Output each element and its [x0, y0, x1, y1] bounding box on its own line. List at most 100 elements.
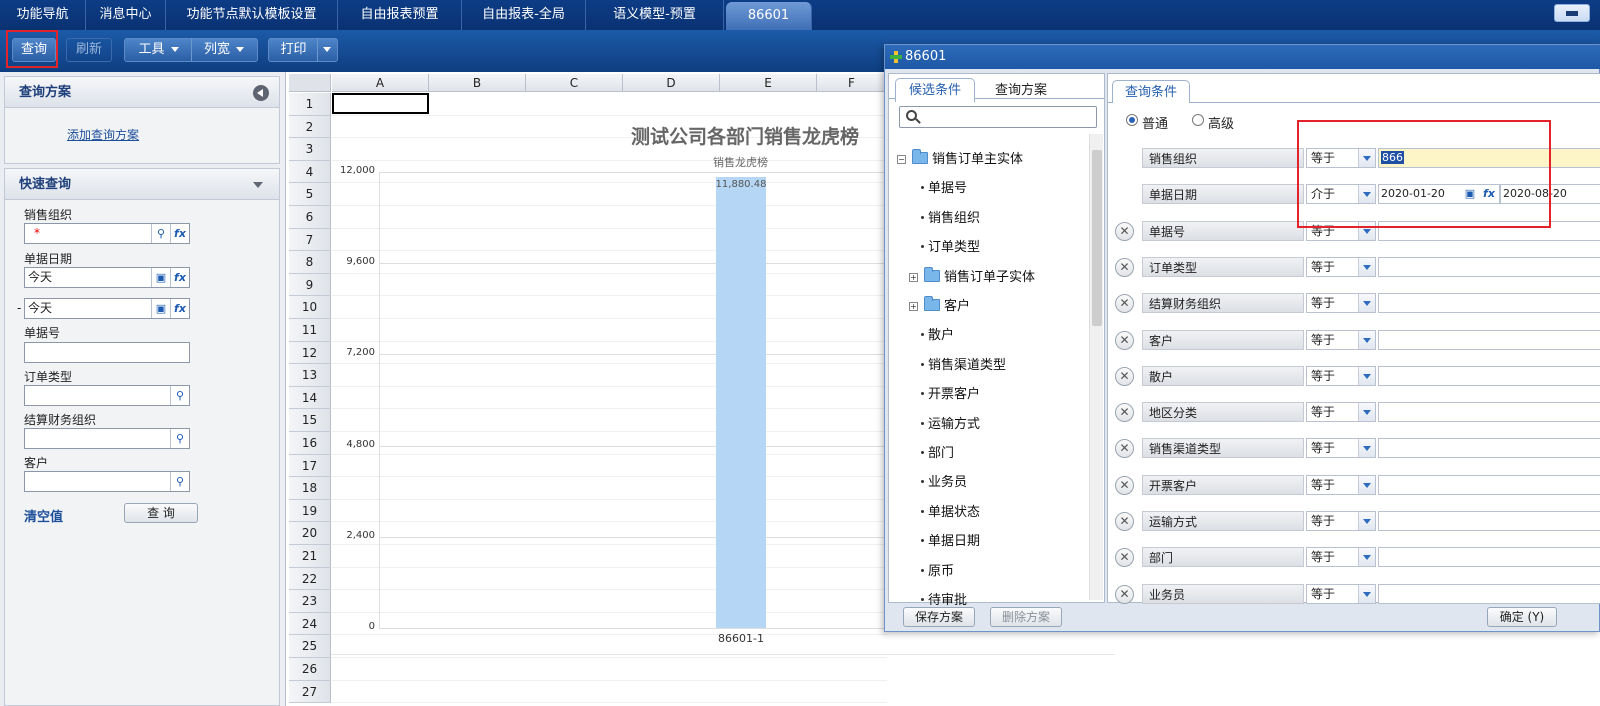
add-scheme-link[interactable]: 添加查询方案: [67, 126, 139, 143]
chevron-down-icon[interactable]: [1358, 366, 1375, 385]
tab-function-nav[interactable]: 功能导航: [0, 0, 86, 30]
chevron-down-icon[interactable]: [1358, 439, 1375, 458]
tree-leaf[interactable]: 部门: [921, 442, 954, 461]
row-header[interactable]: 19: [289, 499, 331, 523]
column-header[interactable]: A: [332, 74, 429, 92]
condition-operator-select[interactable]: 等于: [1306, 365, 1376, 386]
row-header[interactable]: 16: [289, 432, 331, 455]
row-header[interactable]: 9: [289, 273, 331, 297]
colwidth-menu[interactable]: 列宽: [192, 39, 256, 61]
search-icon[interactable]: ⚲: [151, 224, 170, 243]
tree-leaf[interactable]: 原币: [921, 560, 954, 579]
collapse-icon[interactable]: −: [897, 155, 906, 164]
doc-date-start-input[interactable]: 今天 ▣ fx: [24, 267, 190, 288]
candidate-search-input[interactable]: [899, 106, 1097, 128]
selected-cell[interactable]: [332, 93, 429, 114]
minimize-icon[interactable]: [1554, 4, 1590, 22]
row-header[interactable]: 13: [289, 364, 331, 387]
tree-leaf[interactable]: 开票客户: [921, 383, 980, 402]
radio-advanced[interactable]: [1192, 114, 1204, 126]
expand-icon[interactable]: +: [909, 302, 918, 311]
tools-menu[interactable]: 工具: [126, 39, 192, 61]
tree-leaf[interactable]: 单据号: [921, 177, 967, 196]
condition-operator-select[interactable]: 等于: [1306, 293, 1376, 314]
search-icon[interactable]: ⚲: [170, 472, 189, 491]
remove-condition-icon[interactable]: ✕: [1115, 512, 1134, 531]
scrollbar-thumb[interactable]: [1092, 150, 1102, 326]
row-header[interactable]: 10: [289, 296, 331, 319]
row-header[interactable]: 11: [289, 319, 331, 342]
chevron-down-icon[interactable]: [1358, 257, 1375, 276]
doc-no-input[interactable]: [24, 342, 190, 363]
row-header[interactable]: 6: [289, 206, 331, 229]
condition-value-input[interactable]: [1378, 438, 1600, 459]
column-header[interactable]: E: [720, 74, 817, 92]
tree-leaf[interactable]: 单据日期: [921, 530, 980, 549]
remove-condition-icon[interactable]: ✕: [1115, 294, 1134, 314]
remove-condition-icon[interactable]: ✕: [1115, 403, 1134, 423]
row-header[interactable]: 23: [289, 590, 331, 613]
chevron-down-icon[interactable]: [1358, 475, 1375, 494]
tab-report-preset[interactable]: 自由报表预置: [338, 0, 462, 30]
print-button[interactable]: 打印: [270, 39, 318, 61]
chevron-down-icon[interactable]: [1358, 548, 1375, 567]
tree-scrollbar[interactable]: [1089, 134, 1103, 600]
chevron-down-icon[interactable]: [1358, 403, 1375, 422]
tree-folder[interactable]: − 销售订单主实体: [897, 148, 1023, 167]
settle-org-input[interactable]: ⚲: [24, 428, 190, 449]
tree-leaf[interactable]: 运输方式: [921, 413, 980, 432]
condition-value-input[interactable]: [1378, 329, 1600, 350]
row-header[interactable]: 1: [289, 93, 331, 116]
condition-operator-select[interactable]: 等于: [1306, 402, 1376, 423]
tab-report-global[interactable]: 自由报表-全局: [462, 0, 586, 30]
quick-query-button[interactable]: 查 询: [124, 503, 198, 523]
chevron-down-icon[interactable]: [1358, 512, 1375, 530]
tab-semantic-model[interactable]: 语义模型-预置: [586, 0, 724, 30]
customer-input[interactable]: ⚲: [24, 471, 190, 492]
tree-leaf[interactable]: 业务员: [921, 471, 967, 490]
row-header[interactable]: 22: [289, 567, 331, 591]
search-icon[interactable]: ⚲: [170, 386, 189, 405]
row-header[interactable]: 7: [289, 228, 331, 252]
row-header[interactable]: 4: [289, 160, 331, 184]
tree-leaf[interactable]: 待审批: [921, 589, 967, 608]
column-header[interactable]: C: [526, 74, 623, 92]
search-icon[interactable]: ⚲: [170, 429, 189, 448]
row-header[interactable]: 24: [289, 612, 331, 636]
tab-query-scheme[interactable]: 查询方案: [979, 78, 1063, 102]
chevron-down-icon[interactable]: [1358, 330, 1375, 349]
condition-operator-select[interactable]: 等于: [1306, 474, 1376, 495]
row-header[interactable]: 20: [289, 522, 331, 545]
chevron-down-icon[interactable]: [1358, 294, 1375, 313]
tab-message-center[interactable]: 消息中心: [86, 0, 166, 30]
column-header[interactable]: D: [623, 74, 720, 92]
formula-icon[interactable]: fx: [170, 299, 189, 318]
column-header[interactable]: F: [817, 74, 887, 92]
tab-86601[interactable]: 86601: [726, 2, 812, 30]
collapse-left-icon[interactable]: [253, 85, 269, 101]
remove-condition-icon[interactable]: ✕: [1115, 366, 1134, 386]
formula-icon[interactable]: fx: [170, 224, 189, 243]
remove-condition-icon[interactable]: ✕: [1115, 475, 1134, 495]
chevron-down-icon[interactable]: [1358, 584, 1375, 603]
condition-value-input[interactable]: [1378, 402, 1600, 423]
tree-leaf[interactable]: 订单类型: [921, 236, 980, 255]
row-header[interactable]: 2: [289, 115, 331, 139]
tree-leaf[interactable]: 销售组织: [921, 207, 980, 226]
condition-value-input[interactable]: [1378, 256, 1600, 277]
tree-leaf[interactable]: 销售渠道类型: [921, 354, 1006, 373]
tree-leaf[interactable]: 单据状态: [921, 501, 980, 520]
condition-value-input[interactable]: [1378, 511, 1600, 531]
dialog-titlebar[interactable]: 86601: [885, 45, 1600, 69]
condition-value-input[interactable]: [1378, 583, 1600, 604]
expand-icon[interactable]: +: [909, 272, 918, 282]
row-header[interactable]: 14: [289, 386, 331, 410]
row-header[interactable]: 17: [289, 454, 331, 478]
condition-value-input[interactable]: [1378, 365, 1600, 386]
tree-folder[interactable]: + 客户: [909, 295, 970, 314]
row-header[interactable]: 8: [289, 251, 331, 274]
order-type-input[interactable]: ⚲: [24, 385, 190, 406]
tab-candidates[interactable]: 候选条件: [895, 78, 975, 102]
tree-folder[interactable]: + 销售订单子实体: [909, 266, 1035, 285]
row-header[interactable]: 15: [289, 409, 331, 432]
